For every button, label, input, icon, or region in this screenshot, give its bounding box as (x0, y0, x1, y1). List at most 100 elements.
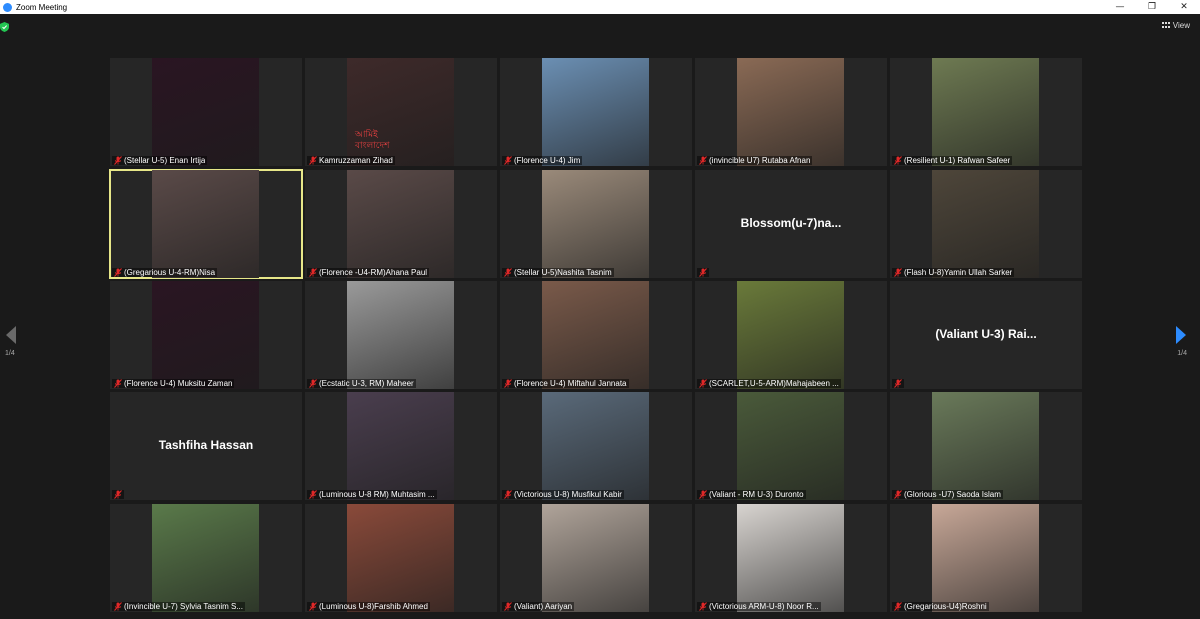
participant-video (932, 392, 1039, 500)
zoom-logo-icon (3, 2, 12, 12)
participant-tile[interactable]: (Valiant) Aariyan (500, 504, 692, 612)
participant-tile[interactable]: (Victorious ARM-U-8) Noor R... (695, 504, 887, 612)
muted-mic-icon (699, 602, 707, 611)
participant-video (737, 504, 844, 612)
muted-mic-icon (309, 379, 317, 388)
participant-tile[interactable]: (Luminous U-8 RM) Muhtasim ... (305, 392, 497, 500)
view-label: View (1172, 21, 1190, 30)
video-overlay-text: আমিই বাংলাদেশ (355, 130, 389, 152)
participant-video (347, 170, 454, 278)
participant-display-name: (Valiant U-3) Rai... (935, 327, 1037, 341)
participant-nametag: (Florence -U4-RM)Ahana Paul (307, 268, 430, 277)
participant-name: (Valiant) Aariyan (514, 602, 573, 611)
participant-tile[interactable]: (Florence -U4-RM)Ahana Paul (305, 170, 497, 278)
participant-video (152, 58, 259, 166)
participant-video (347, 392, 454, 500)
muted-mic-icon (309, 156, 317, 165)
muted-mic-icon (309, 602, 317, 611)
participant-name: (Florence -U4-RM)Ahana Paul (319, 268, 428, 277)
participant-name: (Luminous U-8)Farshib Ahmed (319, 602, 428, 611)
participant-nametag: (Ecstatic U-3, RM) Maheer (307, 379, 416, 388)
participant-tile[interactable]: (Gregarious-U4)Roshni (890, 504, 1082, 612)
participant-nametag: (Luminous U-8)Farshib Ahmed (307, 602, 430, 611)
previous-page-arrow-icon[interactable] (4, 325, 18, 345)
participant-tile[interactable]: (Florence U-4) Muksitu Zaman (110, 281, 302, 389)
participant-video (542, 281, 649, 389)
overlay-line: বাংলাদেশ (355, 141, 390, 151)
participant-tile[interactable]: Blossom(u-7)na... (695, 170, 887, 278)
muted-mic-icon (504, 379, 512, 388)
participant-tile[interactable]: (SCARLET,U-5-ARM)Mahajabeen ... (695, 281, 887, 389)
participant-video (932, 504, 1039, 612)
participant-name: (Flash U-8)Yamin Ullah Sarker (904, 268, 1013, 277)
next-page-arrow-icon[interactable] (1174, 325, 1188, 345)
participant-name: (Resilient U-1) Rafwan Safeer (904, 156, 1011, 165)
page-indicator-left: 1/4 (5, 350, 15, 357)
participant-tile[interactable]: আমিই বাংলাদেশ Kamruzzaman Zihad (305, 58, 497, 166)
grid-view-icon (1161, 22, 1170, 29)
muted-mic-icon (894, 379, 902, 388)
muted-mic-icon (504, 268, 512, 277)
participant-nametag: (Victorious U-8) Musfikul Kabir (502, 490, 624, 499)
participant-nametag: (Stellar U-5)Nashita Tasnim (502, 268, 614, 277)
participant-video (542, 504, 649, 612)
participant-tile[interactable]: (Stellar U-5)Nashita Tasnim (500, 170, 692, 278)
participant-nametag: (Luminous U-8 RM) Muhtasim ... (307, 490, 437, 499)
restore-button[interactable]: ❐ (1136, 0, 1168, 14)
participant-name: (Valiant - RM U-3) Duronto (709, 490, 804, 499)
participant-name: (Victorious ARM-U-8) Noor R... (709, 602, 819, 611)
participant-tile[interactable]: (Luminous U-8)Farshib Ahmed (305, 504, 497, 612)
close-button[interactable]: ✕ (1168, 0, 1200, 14)
participant-nametag: (Invincible U-7) Sylvia Tasnim S... (112, 602, 245, 611)
participant-name: (Gregarious-U4)Roshni (904, 602, 987, 611)
participant-tile[interactable]: (Glorious -U7) Saoda Islam (890, 392, 1082, 500)
participant-tile[interactable]: (Florence U-4) Miftahul Jannata (500, 281, 692, 389)
participant-display-name: Tashfiha Hassan (158, 438, 254, 452)
participant-nametag: (Valiant) Aariyan (502, 602, 575, 611)
muted-mic-icon (699, 156, 707, 165)
participant-nametag: (Valiant - RM U-3) Duronto (697, 490, 806, 499)
participant-nametag (892, 379, 904, 388)
muted-mic-icon (114, 490, 122, 499)
participant-nametag (112, 490, 124, 499)
participant-tile[interactable]: (Resilient U-1) Rafwan Safeer (890, 58, 1082, 166)
minimize-button[interactable]: — (1104, 0, 1136, 14)
participant-nametag: (Florence U-4) Muksitu Zaman (112, 379, 235, 388)
participant-name: (Invincible U-7) Sylvia Tasnim S... (124, 602, 243, 611)
muted-mic-icon (894, 602, 902, 611)
participant-video (542, 58, 649, 166)
participant-tile[interactable]: (Gregarious U-4-RM)Nisa (109, 169, 303, 279)
participant-tile[interactable]: (invincible U7) Rutaba Afnan (695, 58, 887, 166)
participant-tile[interactable]: (Florence U-4) Jim (500, 58, 692, 166)
page-indicator-right: 1/4 (1177, 350, 1187, 357)
participant-nametag: (Flash U-8)Yamin Ullah Sarker (892, 268, 1015, 277)
window-title: Zoom Meeting (16, 2, 68, 12)
participant-name: (Florence U-4) Jim (514, 156, 581, 165)
participant-tile[interactable]: (Invincible U-7) Sylvia Tasnim S... (110, 504, 302, 612)
muted-mic-icon (114, 268, 122, 277)
view-button[interactable]: View (1161, 21, 1190, 30)
participant-video (932, 58, 1039, 166)
participant-video (542, 170, 649, 278)
participant-nametag: (Stellar U-5) Enan Irtija (112, 156, 208, 165)
muted-mic-icon (894, 268, 902, 277)
window-controls: — ❐ ✕ (1104, 0, 1200, 14)
muted-mic-icon (309, 268, 317, 277)
muted-mic-icon (699, 268, 707, 277)
participant-name: (Victorious U-8) Musfikul Kabir (514, 490, 622, 499)
participant-tile[interactable]: (Valiant - RM U-3) Duronto (695, 392, 887, 500)
participant-tile[interactable]: (Ecstatic U-3, RM) Maheer (305, 281, 497, 389)
security-shield-icon[interactable] (0, 22, 9, 32)
muted-mic-icon (894, 490, 902, 499)
participant-tile[interactable]: (Flash U-8)Yamin Ullah Sarker (890, 170, 1082, 278)
participant-video (347, 281, 454, 389)
participant-tile[interactable]: (Victorious U-8) Musfikul Kabir (500, 392, 692, 500)
participant-name: (Glorious -U7) Saoda Islam (904, 490, 1001, 499)
muted-mic-icon (114, 602, 122, 611)
participant-tile[interactable]: (Valiant U-3) Rai... (890, 281, 1082, 389)
participant-nametag: (Florence U-4) Miftahul Jannata (502, 379, 629, 388)
participant-tile[interactable]: Tashfiha Hassan (110, 392, 302, 500)
participant-tile[interactable]: (Stellar U-5) Enan Irtija (110, 58, 302, 166)
participant-name: (SCARLET,U-5-ARM)Mahajabeen ... (709, 379, 839, 388)
participant-name: (Stellar U-5) Enan Irtija (124, 156, 206, 165)
